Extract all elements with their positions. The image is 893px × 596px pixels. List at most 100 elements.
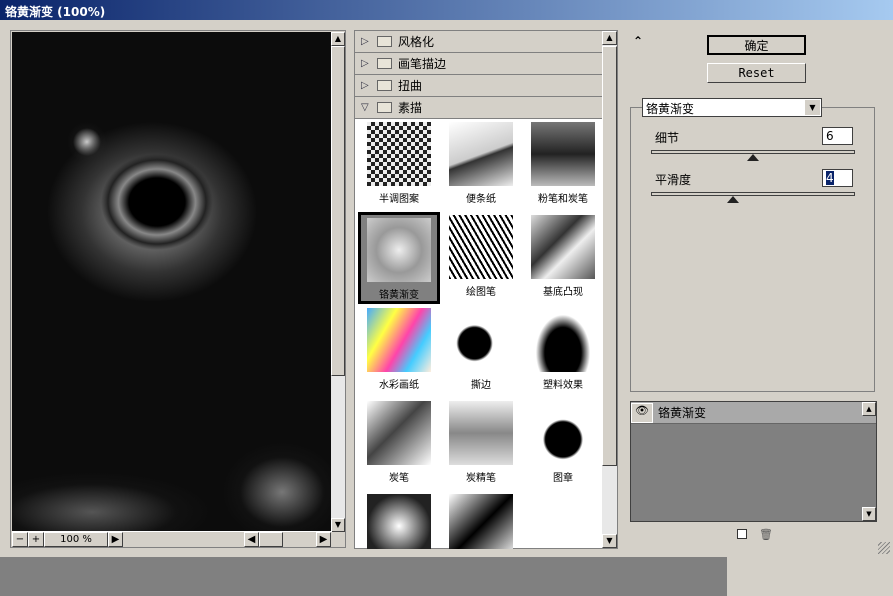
filter-label: 便条纸 xyxy=(466,194,496,205)
filter-thumbnail[interactable]: 撕边 xyxy=(440,305,522,397)
scroll-left-icon[interactable]: ◀ xyxy=(244,532,259,547)
filter-label: 炭精笔 xyxy=(466,473,496,484)
filter-preview-image xyxy=(449,122,513,186)
preview-vertical-scrollbar[interactable]: ▲ ▼ xyxy=(331,32,345,532)
zoom-out-button[interactable]: − xyxy=(12,532,28,547)
scroll-up-icon[interactable]: ▲ xyxy=(862,402,876,416)
filter-thumbnail[interactable]: 基底凸现 xyxy=(522,212,604,304)
filter-label: 塑料效果 xyxy=(543,380,583,391)
filter-gallery-dialog: 铬黄渐变 (100%) ▲ ▼ − + 100 % ▶ ◀ ▶ ▷ 风格化 ▷ 画笔… xyxy=(0,0,893,557)
reset-button[interactable]: Reset xyxy=(707,63,806,83)
filter-select[interactable]: 铬黄渐变 ▼ xyxy=(642,98,822,117)
filter-preview-image xyxy=(367,401,431,465)
filter-preview-image xyxy=(531,308,595,372)
filter-label: 炭笔 xyxy=(389,473,409,484)
filter-preview-image xyxy=(367,122,431,186)
detail-slider-thumb[interactable] xyxy=(747,154,759,161)
filter-thumbnail[interactable]: 炭笔 xyxy=(358,398,440,490)
scroll-thumb[interactable] xyxy=(331,46,345,376)
effect-layers-panel: 👁 铬黄渐变 ▲ ▼ xyxy=(630,401,877,522)
filter-preview-image xyxy=(531,122,595,186)
filter-label: 铬黄渐变 xyxy=(379,290,419,301)
filter-thumbnail[interactable]: 图章 xyxy=(522,398,604,490)
scroll-down-icon[interactable]: ▼ xyxy=(331,518,345,532)
category-label: 风格化 xyxy=(398,35,435,49)
scroll-up-icon[interactable]: ▲ xyxy=(331,32,345,46)
filter-thumbnail[interactable]: 半调图案 xyxy=(358,119,440,211)
detail-label: 细节 xyxy=(655,131,680,145)
filter-preview-image xyxy=(367,308,431,372)
scroll-down-icon[interactable]: ▼ xyxy=(602,534,617,548)
detail-input[interactable]: 6 xyxy=(822,127,853,145)
filter-select-value: 铬黄渐变 xyxy=(646,102,695,116)
expand-triangle-icon: ▷ xyxy=(361,36,369,47)
trash-icon[interactable]: 🗑 xyxy=(759,528,773,541)
zoom-in-button[interactable]: + xyxy=(28,532,44,547)
filter-label: 基底凸现 xyxy=(543,287,583,298)
filter-thumbnail[interactable]: 炭精笔 xyxy=(440,398,522,490)
filter-thumbnails: 半调图案 便条纸 粉笔和炭笔铬黄渐变 绘图笔 基底凸现水彩画纸 撕边 塑料效果炭笔 炭精笔 图章 xyxy=(355,119,617,549)
filter-thumbnail[interactable] xyxy=(358,491,440,549)
filter-preview-image xyxy=(531,215,595,279)
background-panel xyxy=(727,557,893,596)
new-effect-layer-icon[interactable] xyxy=(737,529,747,539)
filter-thumbnail[interactable]: 粉笔和炭笔 xyxy=(522,119,604,211)
scroll-up-icon[interactable]: ▲ xyxy=(602,31,617,45)
folder-icon xyxy=(377,36,392,47)
resize-grip-icon[interactable] xyxy=(878,542,890,554)
eye-icon[interactable]: 👁 xyxy=(631,402,653,423)
smoothness-input[interactable]: 4 xyxy=(822,169,853,187)
category-sketch[interactable]: ▽ 素描 xyxy=(355,97,617,119)
zoom-menu-arrow-icon[interactable]: ▶ xyxy=(108,532,123,547)
filter-thumbnail[interactable]: 塑料效果 xyxy=(522,305,604,397)
smoothness-label: 平滑度 xyxy=(655,173,692,187)
category-label: 画笔描边 xyxy=(398,57,447,71)
filter-preview-image xyxy=(367,218,431,282)
filter-list-scrollbar[interactable]: ▲ ▼ xyxy=(602,31,617,548)
filter-label: 绘图笔 xyxy=(466,287,496,298)
filter-thumbnail[interactable]: 水彩画纸 xyxy=(358,305,440,397)
effect-layer[interactable]: 👁 铬黄渐变 xyxy=(631,402,876,424)
scroll-down-icon[interactable]: ▼ xyxy=(862,507,876,521)
folder-open-icon xyxy=(377,102,392,113)
smoothness-slider[interactable] xyxy=(651,192,855,196)
filter-label: 粉笔和炭笔 xyxy=(538,194,588,205)
category-label: 素描 xyxy=(398,101,423,115)
filter-preview-image xyxy=(449,308,513,372)
filter-list: ▷ 风格化 ▷ 画笔描边 ▷ 扭曲 ▽ 素描 半调图案 便条纸 粉笔和炭笔 铬黄渐变 绘图笔 基底… xyxy=(354,30,618,549)
scroll-thumb[interactable] xyxy=(602,46,617,466)
category-brush-strokes[interactable]: ▷ 画笔描边 xyxy=(355,53,617,75)
category-distort[interactable]: ▷ 扭曲 xyxy=(355,75,617,97)
folder-icon xyxy=(377,80,392,91)
preview-image[interactable] xyxy=(12,32,332,532)
horizontal-scroll-thumb[interactable] xyxy=(259,532,283,547)
expand-triangle-icon: ▷ xyxy=(361,80,369,91)
preview-bottom-bar: − + 100 % ▶ ◀ ▶ xyxy=(12,531,332,547)
filter-thumbnail[interactable]: 便条纸 xyxy=(440,119,522,211)
filter-label: 水彩画纸 xyxy=(379,380,419,391)
category-stylize[interactable]: ▷ 风格化 xyxy=(355,31,617,53)
preview-pane: ▲ ▼ − + 100 % ▶ ◀ ▶ xyxy=(10,30,346,548)
ok-button[interactable]: 确定 xyxy=(707,35,806,55)
category-label: 扭曲 xyxy=(398,79,423,93)
smoothness-value: 4 xyxy=(826,171,834,185)
filter-thumbnail[interactable]: 绘图笔 xyxy=(440,212,522,304)
filter-label: 半调图案 xyxy=(379,194,419,205)
smoothness-slider-thumb[interactable] xyxy=(726,196,739,203)
filter-label: 图章 xyxy=(553,473,573,484)
filter-preview-image xyxy=(449,401,513,465)
filter-preview-image xyxy=(531,401,595,465)
filter-preview-image xyxy=(367,494,431,549)
folder-icon xyxy=(377,58,392,69)
title-bar: 铬黄渐变 (100%) xyxy=(0,0,893,20)
collapse-triangle-icon: ▽ xyxy=(361,102,369,113)
filter-preview-image xyxy=(449,215,513,279)
filter-thumbnail[interactable]: 铬黄渐变 xyxy=(358,212,440,304)
scroll-right-icon[interactable]: ▶ xyxy=(316,532,331,547)
filter-thumbnail[interactable] xyxy=(440,491,522,549)
zoom-level[interactable]: 100 % xyxy=(44,532,108,547)
filter-label: 撕边 xyxy=(471,380,491,391)
collapse-icon[interactable]: ⌃ xyxy=(633,34,643,48)
dropdown-arrow-icon[interactable]: ▼ xyxy=(805,100,820,115)
filter-preview-image xyxy=(449,494,513,549)
